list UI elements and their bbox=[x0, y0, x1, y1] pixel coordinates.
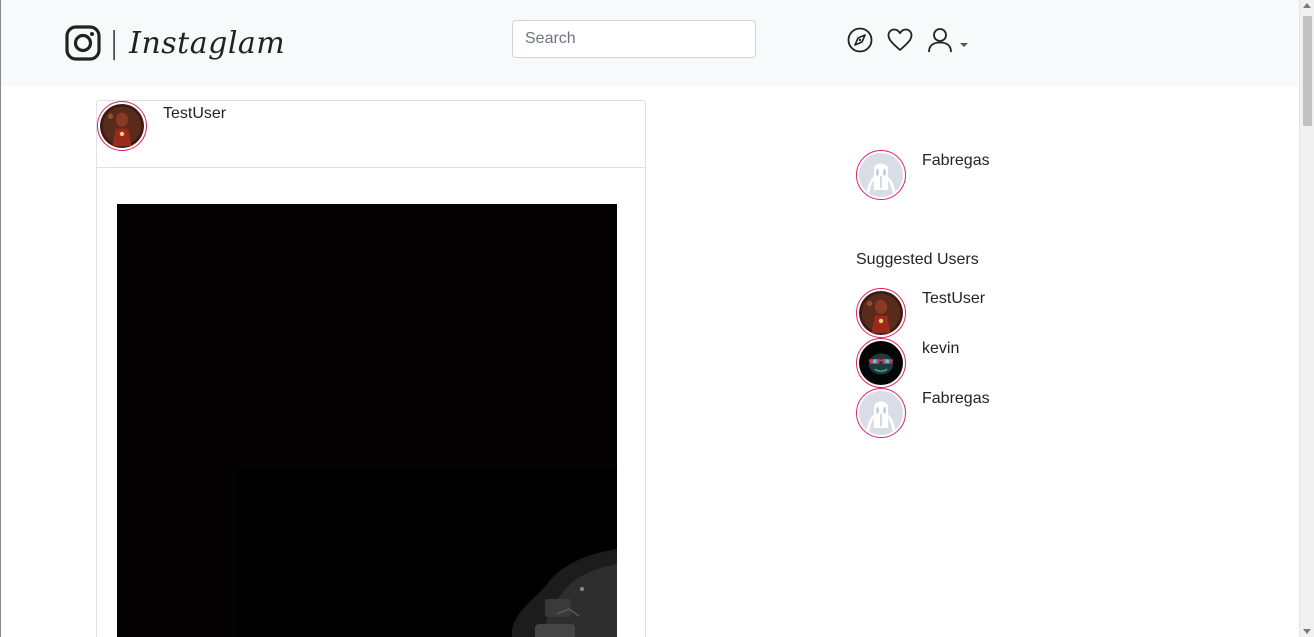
scroll-thumb[interactable] bbox=[1303, 16, 1312, 126]
navbar: | Instaglam bbox=[1, 0, 1300, 86]
avatar[interactable] bbox=[856, 338, 906, 388]
heart-icon[interactable] bbox=[886, 26, 914, 54]
current-user-name[interactable]: Fabregas bbox=[922, 152, 990, 170]
avatar[interactable] bbox=[856, 150, 906, 200]
suggested-user-name[interactable]: TestUser bbox=[922, 290, 985, 308]
post-username[interactable]: TestUser bbox=[163, 105, 226, 123]
brand-separator: | bbox=[109, 25, 120, 61]
suggested-users-title: Suggested Users bbox=[856, 251, 979, 268]
avatar[interactable] bbox=[856, 388, 906, 438]
post-image[interactable] bbox=[117, 204, 617, 637]
user-icon[interactable] bbox=[926, 26, 954, 54]
instagram-icon bbox=[65, 25, 101, 61]
vertical-scrollbar[interactable] bbox=[1299, 0, 1314, 637]
post-card: TestUser bbox=[96, 100, 646, 637]
avatar[interactable] bbox=[856, 288, 906, 338]
page: | Instaglam Search TestUser Fabregas Sug… bbox=[0, 0, 1314, 637]
brand-name: Instaglam bbox=[129, 25, 286, 61]
scroll-down-arrow-icon[interactable] bbox=[1303, 629, 1311, 634]
brand[interactable]: | Instaglam bbox=[65, 18, 285, 68]
search-input[interactable] bbox=[512, 20, 756, 58]
caret-down-icon[interactable] bbox=[960, 43, 968, 47]
suggested-user-name[interactable]: kevin bbox=[922, 340, 959, 358]
avatar[interactable] bbox=[97, 101, 147, 151]
scroll-up-arrow-icon[interactable] bbox=[1303, 3, 1311, 8]
post-header: TestUser bbox=[97, 101, 645, 168]
suggested-user-name[interactable]: Fabregas bbox=[922, 390, 990, 408]
compass-icon[interactable] bbox=[846, 26, 874, 54]
